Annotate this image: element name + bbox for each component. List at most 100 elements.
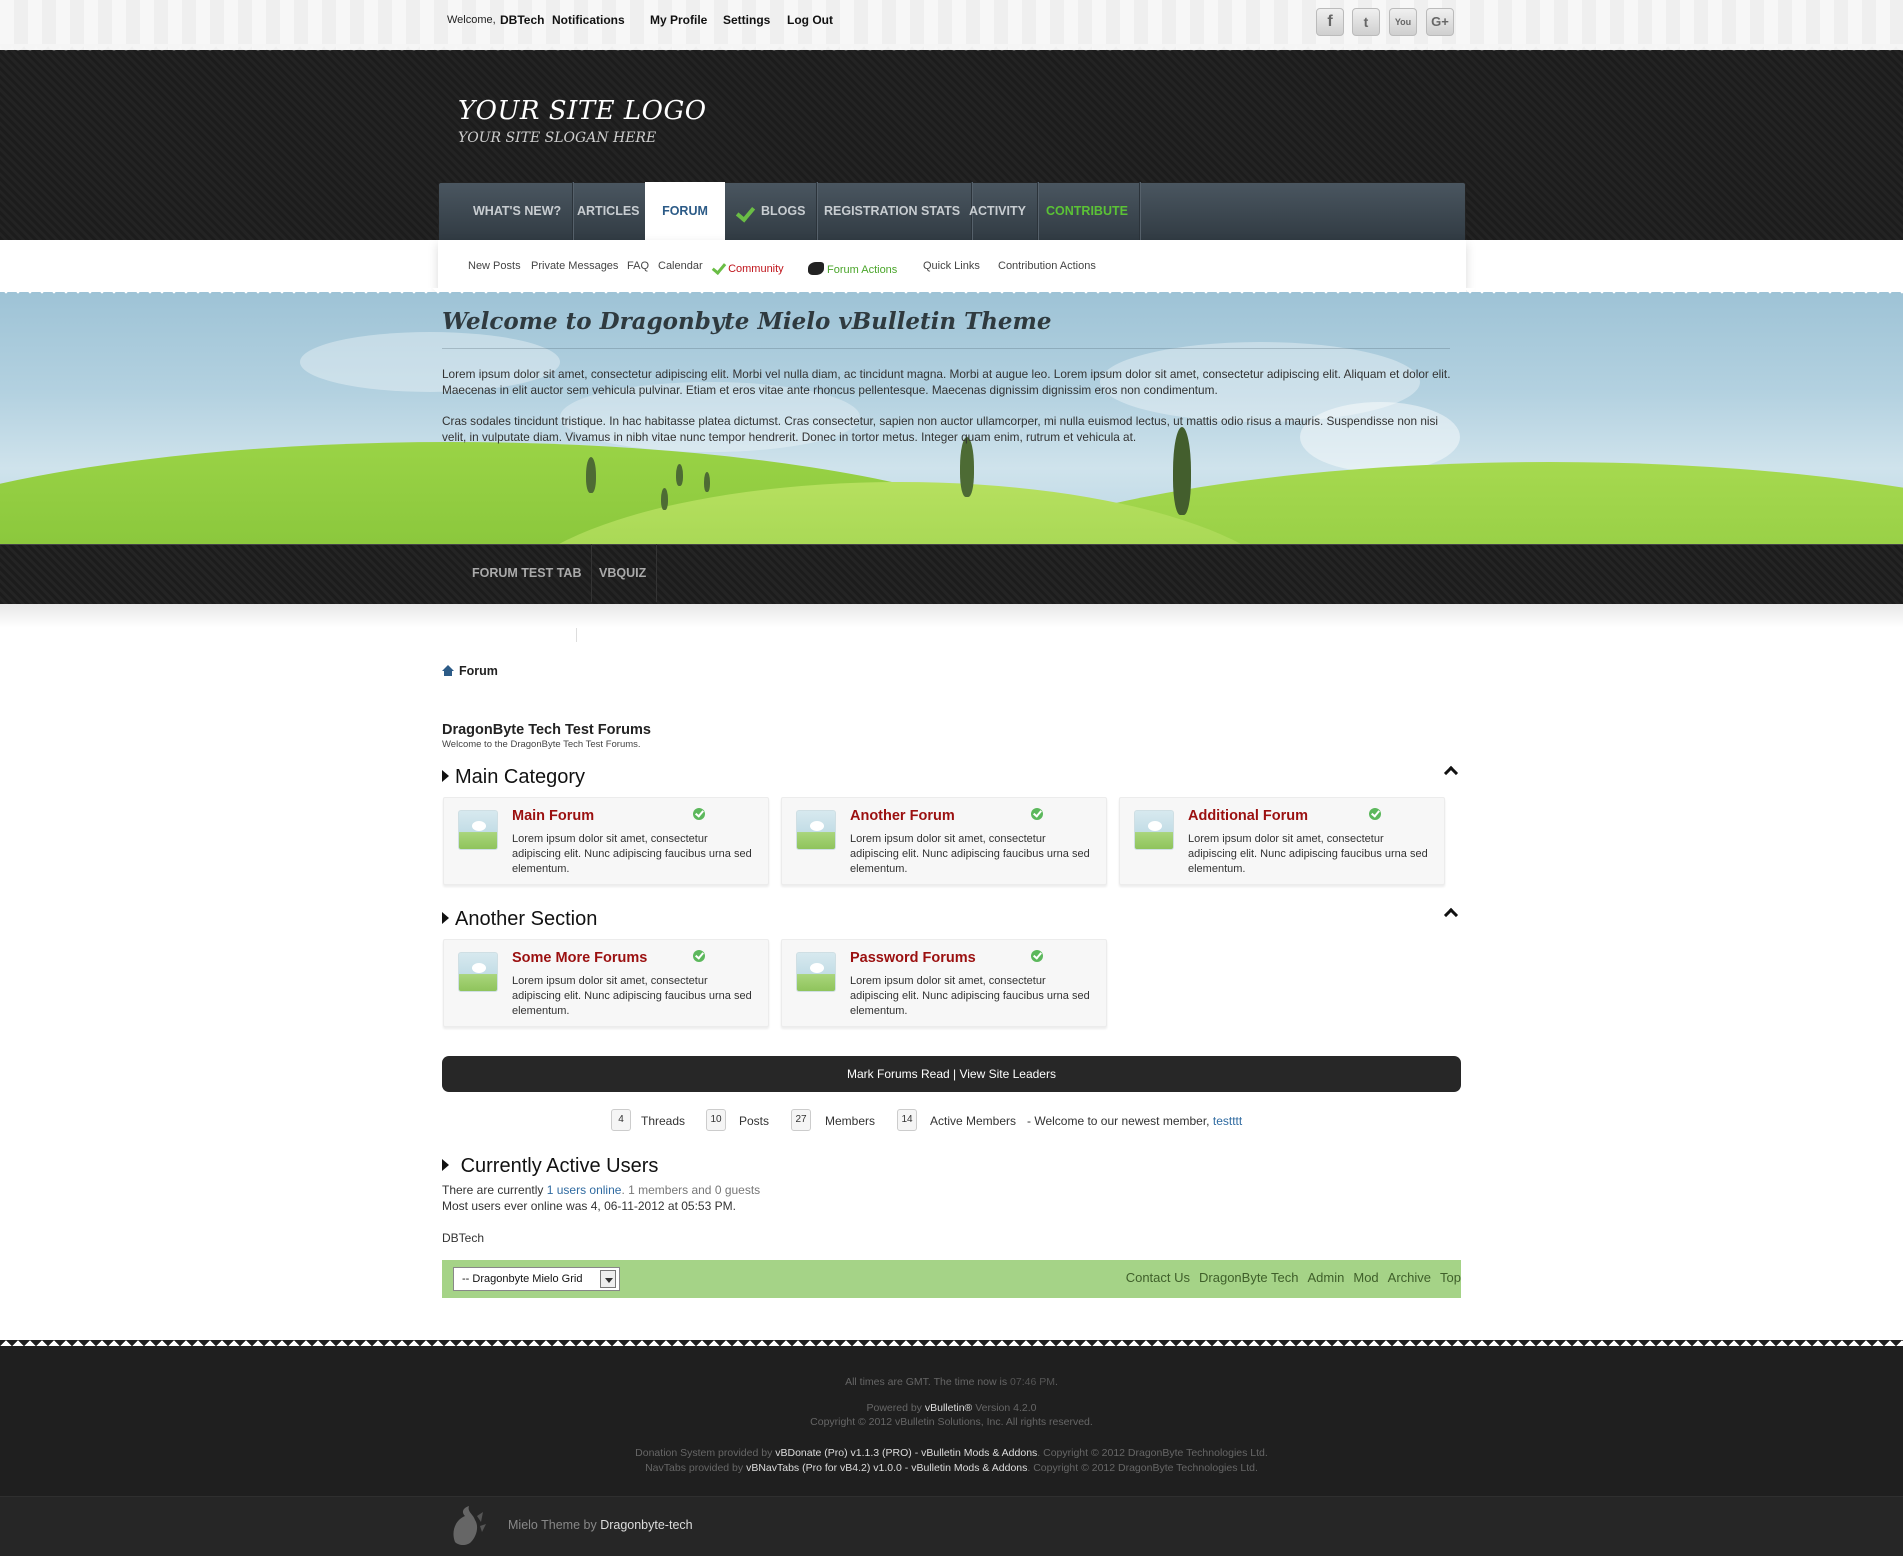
notifications-link[interactable]: Notifications [552, 13, 625, 27]
check-circle-icon [1369, 808, 1381, 820]
forum-title[interactable]: Another Forum [850, 808, 955, 824]
breadcrumb[interactable]: Forum [442, 664, 498, 678]
tab-registration-stats[interactable]: REGISTRATION STATS [813, 182, 973, 240]
tab-vbquiz[interactable]: VBQUIZ [589, 544, 658, 602]
footer-link-archive[interactable]: Archive [1388, 1270, 1431, 1285]
site-slogan: YOUR SITE SLOGAN HERE [458, 130, 657, 146]
subnav-faq[interactable]: FAQ [627, 260, 649, 272]
tab-blogs[interactable]: BLOGS [726, 182, 818, 240]
forum-title[interactable]: Some More Forums [512, 950, 647, 966]
secondary-nav [0, 544, 1903, 604]
time-prefix: All times are GMT. The time now is [845, 1376, 1008, 1388]
active-users-title: Currently Active Users [460, 1155, 659, 1177]
footer-link-contact-us[interactable]: Contact Us [1126, 1270, 1190, 1285]
forum-icon [796, 952, 836, 992]
tree [960, 437, 974, 497]
category-another-section[interactable]: Another Section [442, 908, 597, 931]
users-online-suffix: . 1 members and 0 guests [621, 1183, 761, 1197]
forum-card-some-more-forums[interactable]: Some More Forums Lorem ipsum dolor sit a… [443, 939, 769, 1027]
youtube-icon[interactable]: You [1389, 8, 1417, 36]
footer-link-admin[interactable]: Admin [1308, 1270, 1345, 1285]
facebook-icon[interactable]: f [1316, 8, 1344, 36]
forum-description: Lorem ipsum dolor sit amet, consectetur … [512, 833, 752, 875]
my-profile-link[interactable]: My Profile [650, 13, 707, 27]
online-user-link[interactable]: DBTech [442, 1231, 484, 1245]
site-logo[interactable]: YOUR SITE LOGO [458, 96, 707, 126]
twitter-icon[interactable]: t [1352, 8, 1380, 36]
google-plus-icon[interactable]: G+ [1426, 8, 1454, 36]
forum-description: Lorem ipsum dolor sit amet, consectetur … [850, 975, 1090, 1017]
navtabs-line: NavTabs provided by vBNavTabs (Pro for v… [645, 1462, 1258, 1474]
footer-link-mod[interactable]: Mod [1353, 1270, 1378, 1285]
category-main-category[interactable]: Main Category [442, 766, 585, 789]
breadcrumb-forum[interactable]: Forum [459, 664, 498, 678]
forum-card-main-forum[interactable]: Main Forum Lorem ipsum dolor sit amet, c… [443, 797, 769, 885]
tab-whats-new[interactable]: WHAT'S NEW? [462, 182, 574, 240]
vbnavtabs-link[interactable]: vBNavTabs (Pro for vB4.2) v1.0.0 - vBull… [746, 1462, 1027, 1474]
welcome-text: Welcome, [447, 14, 496, 26]
collapse-icon[interactable] [1444, 765, 1456, 775]
settings-link[interactable]: Settings [723, 13, 770, 27]
forum-title[interactable]: Additional Forum [1188, 808, 1308, 824]
tab-contribute[interactable]: CONTRIBUTE [1035, 182, 1140, 240]
theme-credit: Mielo Theme by Dragonbyte-tech [508, 1518, 693, 1532]
subnav-contribution-actions[interactable]: Contribution Actions [998, 260, 1096, 272]
posts-label: Posts [739, 1114, 770, 1128]
subnav-calendar[interactable]: Calendar [658, 260, 703, 272]
tab-articles[interactable]: ARTICLES [566, 182, 652, 240]
most-users-line: Most users ever online was 4, 06-11-2012… [442, 1199, 736, 1213]
check-icon [711, 261, 725, 273]
logout-link[interactable]: Log Out [787, 13, 833, 27]
users-online-line: There are currently 1 users online. 1 me… [442, 1183, 760, 1197]
category-title: Main Category [455, 766, 586, 788]
bottom-bar [0, 1496, 1903, 1556]
subnav-new-posts[interactable]: New Posts [468, 260, 521, 272]
active-users-heading[interactable]: Currently Active Users [442, 1155, 658, 1178]
forum-card-another-forum[interactable]: Another Forum Lorem ipsum dolor sit amet… [781, 797, 1107, 885]
forum-card-password-forums[interactable]: Password Forums Lorem ipsum dolor sit am… [781, 939, 1107, 1027]
expand-arrow-icon [442, 1159, 449, 1171]
navtabs-prefix: NavTabs provided by [645, 1462, 744, 1474]
subnav-forum-actions[interactable]: Forum Actions [808, 260, 897, 276]
username-link[interactable]: DBTech [500, 13, 544, 27]
tab-activity[interactable]: ACTIVITY [958, 182, 1038, 240]
banner-edge [0, 288, 1903, 300]
users-online-prefix: There are currently [442, 1183, 544, 1197]
expand-arrow-icon [442, 770, 449, 782]
page-title: DragonByte Tech Test Forums [442, 722, 651, 738]
header-edge [0, 44, 1903, 56]
page-subtitle: Welcome to the DragonByte Tech Test Foru… [442, 739, 641, 750]
donation-line: Donation System provided by vBDonate (Pr… [635, 1447, 1268, 1459]
forum-title[interactable]: Password Forums [850, 950, 976, 966]
home-icon[interactable] [442, 665, 454, 676]
forum-title[interactable]: Main Forum [512, 808, 594, 824]
tab-forum[interactable]: FORUM [645, 182, 725, 240]
subnav-private-messages[interactable]: Private Messages [531, 260, 618, 272]
vbdonate-link[interactable]: vBDonate (Pro) v1.1.3 (PRO) - vBulletin … [775, 1447, 1037, 1459]
forum-description: Lorem ipsum dolor sit amet, consectetur … [1188, 833, 1428, 875]
theme-author-link[interactable]: Dragonbyte-tech [600, 1518, 692, 1532]
forum-card-additional-forum[interactable]: Additional Forum Lorem ipsum dolor sit a… [1119, 797, 1445, 885]
forum-actions-bar[interactable]: Mark Forums Read | View Site Leaders [442, 1056, 1461, 1092]
tab-forum-test-tab[interactable]: FORUM TEST TAB [462, 544, 593, 602]
banner-paragraph-2: Cras sodales tincidunt tristique. In hac… [442, 414, 1439, 444]
vbulletin-link[interactable]: vBulletin® [925, 1402, 972, 1414]
footer-link-top[interactable]: Top [1440, 1270, 1461, 1285]
users-online-link[interactable]: 1 users online [547, 1183, 622, 1197]
footer-link-dragonbyte-tech[interactable]: DragonByte Tech [1199, 1270, 1299, 1285]
check-circle-icon [693, 950, 705, 962]
subnav-quick-links[interactable]: Quick Links [923, 260, 980, 272]
tree [661, 488, 668, 510]
forum-icon [458, 810, 498, 850]
dropdown-arrow-icon[interactable] [600, 1270, 616, 1288]
subnav-forum-actions-label: Forum Actions [827, 264, 898, 276]
footer-edge [0, 1334, 1903, 1346]
style-selector[interactable]: -- Dragonbyte Mielo Grid [453, 1267, 620, 1291]
collapse-icon[interactable] [1444, 907, 1456, 917]
tab-blogs-label: BLOGS [761, 204, 806, 218]
navtabs-copyright: Copyright © 2012 DragonByte Technologies… [1033, 1462, 1258, 1474]
active-members-label: Active Members [930, 1114, 1017, 1128]
forum-icon [458, 952, 498, 992]
newest-member-link[interactable]: testttt [1213, 1114, 1242, 1128]
subnav-community[interactable]: Community [711, 260, 784, 275]
